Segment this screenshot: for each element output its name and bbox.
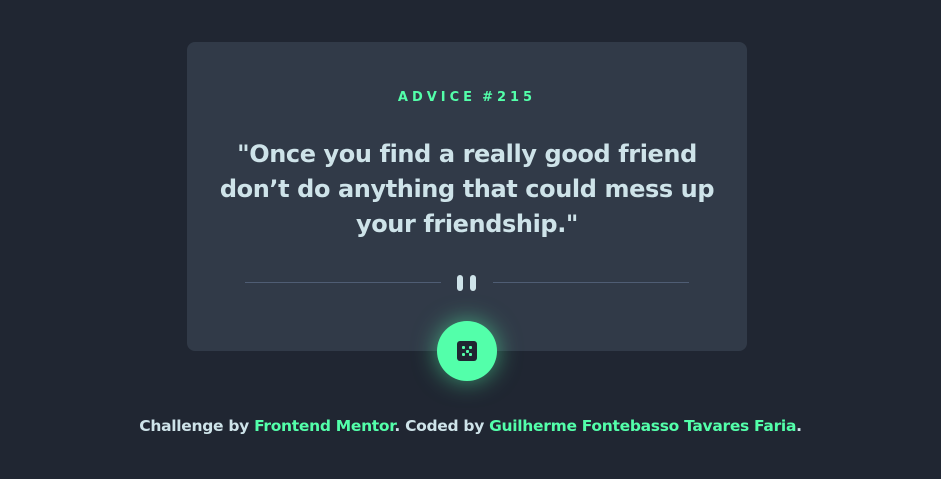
dice-icon bbox=[457, 341, 477, 361]
new-advice-button[interactable] bbox=[437, 321, 497, 381]
pause-icon bbox=[457, 275, 477, 291]
challenge-text: Challenge by bbox=[139, 417, 249, 435]
pattern-divider bbox=[245, 274, 689, 292]
advice-quote: "Once you find a really good friend don’… bbox=[219, 140, 715, 238]
advice-number: #215 bbox=[482, 90, 537, 105]
advice-label: ADVICE bbox=[397, 90, 477, 105]
divider-line-left bbox=[245, 282, 441, 283]
coded-by-text: . Coded by bbox=[394, 417, 485, 435]
advice-id-heading: ADVICE #215 bbox=[187, 90, 747, 106]
divider-line-right bbox=[493, 282, 689, 283]
author-link[interactable]: Guilherme Fontebasso Tavares Faria bbox=[489, 417, 796, 435]
frontend-mentor-link[interactable]: Frontend Mentor bbox=[254, 417, 395, 435]
attribution: Challenge by Frontend Mentor. Coded by G… bbox=[0, 416, 941, 436]
advice-card: ADVICE #215 "Once you find a really good … bbox=[187, 42, 747, 351]
attribution-end: . bbox=[796, 417, 802, 435]
